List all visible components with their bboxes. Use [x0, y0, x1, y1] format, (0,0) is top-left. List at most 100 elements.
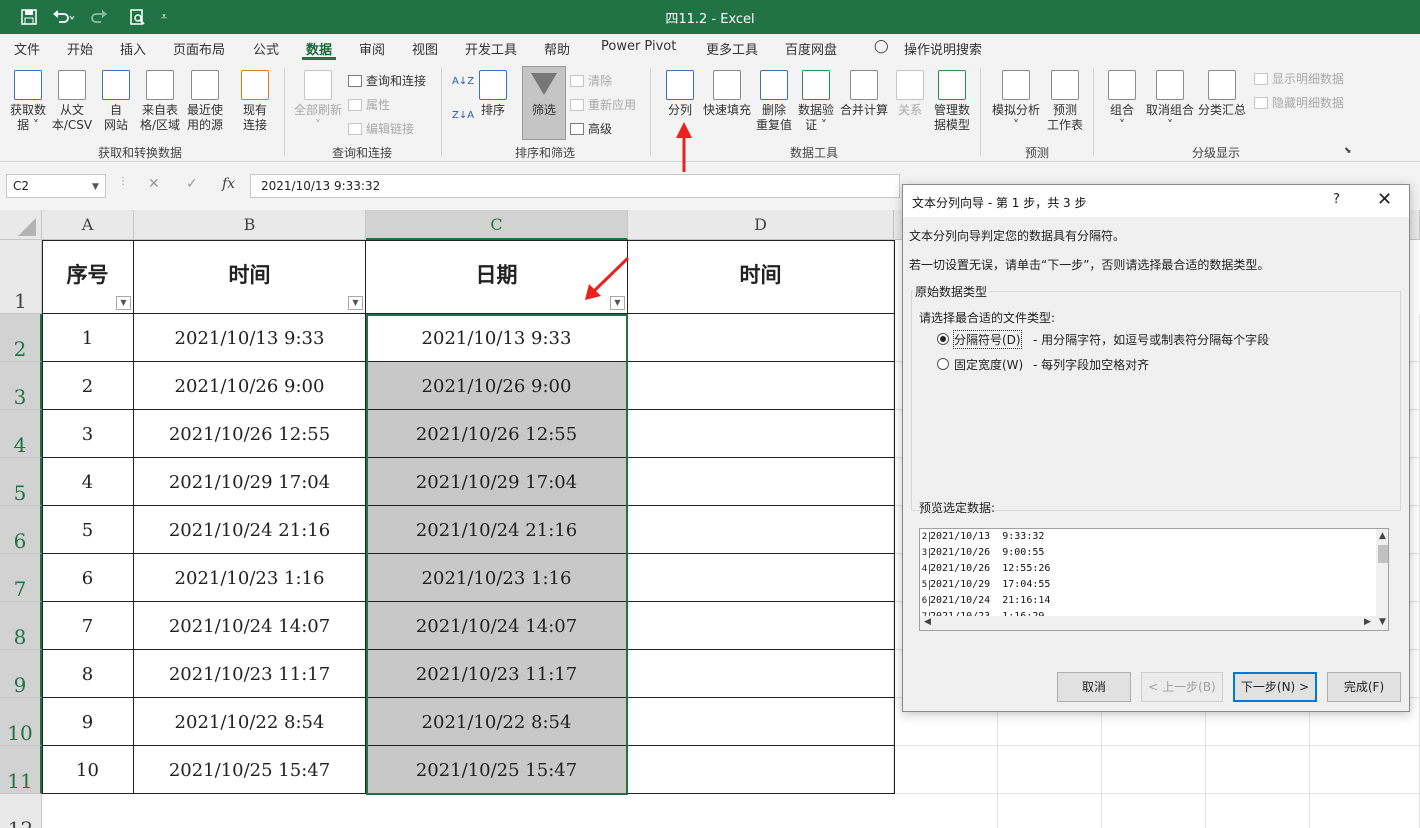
- vertical-scrollbar[interactable]: ▲ ▼: [1376, 529, 1388, 630]
- what-if-analysis-button[interactable]: 模拟分析 ˅: [988, 70, 1044, 133]
- cell-b11[interactable]: 2021/10/25 15:47: [134, 746, 366, 794]
- cell-c10[interactable]: 2021/10/22 8:54: [366, 698, 628, 746]
- row-header-12[interactable]: 12: [0, 794, 42, 828]
- tab-power-pivot[interactable]: Power Pivot: [601, 39, 676, 54]
- column-header-b[interactable]: B: [134, 210, 366, 240]
- cell-a4[interactable]: 3: [42, 410, 134, 458]
- cell-a9[interactable]: 8: [42, 650, 134, 698]
- cell-a6[interactable]: 5: [42, 506, 134, 554]
- sort-button[interactable]: 排序: [474, 70, 512, 118]
- scroll-up-icon[interactable]: ▲: [1379, 531, 1386, 541]
- row-header-2[interactable]: 2: [0, 314, 42, 362]
- cell-c7[interactable]: 2021/10/23 1:16: [366, 554, 628, 602]
- cell-d10[interactable]: [628, 698, 894, 746]
- scroll-right-icon[interactable]: ▶: [1364, 617, 1371, 627]
- existing-connections-button[interactable]: 现有 连接: [234, 70, 276, 133]
- edit-links-button[interactable]: 编辑链接: [348, 120, 414, 137]
- flash-fill-button[interactable]: 快速填充: [700, 70, 754, 118]
- confirm-entry-icon[interactable]: ✓: [186, 176, 198, 192]
- cell-c6[interactable]: 2021/10/24 21:16: [366, 506, 628, 554]
- forecast-sheet-button[interactable]: 预测 工作表: [1044, 70, 1086, 133]
- tab-formulas[interactable]: 公式: [253, 39, 279, 58]
- tab-home[interactable]: 开始: [67, 39, 93, 58]
- properties-button[interactable]: 属性: [348, 96, 390, 113]
- tab-developer[interactable]: 开发工具: [465, 39, 517, 58]
- cell-c8[interactable]: 2021/10/24 14:07: [366, 602, 628, 650]
- cell-b5[interactable]: 2021/10/29 17:04: [134, 458, 366, 506]
- cell-d5[interactable]: [628, 458, 894, 506]
- cell-a8[interactable]: 7: [42, 602, 134, 650]
- chevron-down-icon[interactable]: ▼: [92, 182, 99, 192]
- manage-data-model-button[interactable]: 管理数 据模型: [930, 70, 974, 133]
- header-cell-c[interactable]: 日期: [366, 240, 628, 314]
- cell-b7[interactable]: 2021/10/23 1:16: [134, 554, 366, 602]
- empty-cell[interactable]: [998, 746, 1102, 794]
- finish-button[interactable]: 完成(F): [1327, 672, 1401, 702]
- scroll-left-icon[interactable]: ◀: [924, 617, 931, 627]
- empty-cell[interactable]: [1206, 746, 1310, 794]
- back-button[interactable]: < 上一步(B): [1141, 672, 1223, 702]
- cell-a5[interactable]: 4: [42, 458, 134, 506]
- cell-d6[interactable]: [628, 506, 894, 554]
- tab-file[interactable]: 文件: [14, 39, 40, 58]
- column-header-d[interactable]: D: [628, 210, 894, 240]
- recent-sources-button[interactable]: 最近使 用的源: [182, 70, 228, 133]
- cell-d2[interactable]: [628, 314, 894, 362]
- tab-review[interactable]: 审阅: [359, 39, 385, 58]
- cell-d8[interactable]: [628, 602, 894, 650]
- refresh-all-button[interactable]: 全部刷新 ˅: [290, 70, 346, 133]
- sort-ascending-icon[interactable]: A↓Z: [452, 76, 474, 87]
- cell-b4[interactable]: 2021/10/26 12:55: [134, 410, 366, 458]
- tab-more-tools[interactable]: 更多工具: [706, 39, 758, 58]
- reapply-button[interactable]: 重新应用: [570, 96, 636, 113]
- advanced-filter-button[interactable]: 高级: [570, 120, 612, 137]
- cell-a3[interactable]: 2: [42, 362, 134, 410]
- column-header-a[interactable]: A: [42, 210, 134, 240]
- subtotal-button[interactable]: 分类汇总: [1196, 70, 1248, 118]
- ungroup-button[interactable]: 取消组合 ˅: [1144, 70, 1196, 133]
- empty-cell[interactable]: [1102, 746, 1206, 794]
- empty-cell[interactable]: [998, 794, 1102, 828]
- empty-cell[interactable]: [894, 746, 998, 794]
- get-data-button[interactable]: 获取数 据 ˅: [6, 70, 50, 133]
- cell-c4[interactable]: 2021/10/26 12:55: [366, 410, 628, 458]
- header-cell-b[interactable]: 时间: [134, 240, 366, 314]
- tab-page-layout[interactable]: 页面布局: [173, 39, 225, 58]
- show-detail-button[interactable]: 显示明细数据: [1254, 70, 1344, 87]
- scroll-thumb[interactable]: [1378, 545, 1388, 563]
- tab-data[interactable]: 数据: [306, 39, 332, 58]
- delimited-label[interactable]: 分隔符号(D): [953, 330, 1022, 349]
- formula-input[interactable]: 2021/10/13 9:33:32: [250, 174, 900, 198]
- row-header-5[interactable]: 5: [0, 458, 42, 506]
- tab-baidu-netdisk[interactable]: 百度网盘: [785, 39, 837, 58]
- cell-b2[interactable]: 2021/10/13 9:33: [134, 314, 366, 362]
- fixed-width-label[interactable]: 固定宽度(W): [954, 356, 1023, 373]
- row-header-11[interactable]: 11: [0, 746, 42, 794]
- empty-cell[interactable]: [1310, 794, 1420, 828]
- tab-view[interactable]: 视图: [412, 39, 438, 58]
- select-all-button[interactable]: [0, 210, 42, 240]
- filter-dropdown-icon[interactable]: ▼: [348, 296, 363, 310]
- cell-d4[interactable]: [628, 410, 894, 458]
- name-box[interactable]: C2: [6, 174, 106, 198]
- cell-c5[interactable]: 2021/10/29 17:04: [366, 458, 628, 506]
- dialog-launcher-icon[interactable]: ⬊: [1344, 146, 1352, 156]
- cell-d3[interactable]: [628, 362, 894, 410]
- tab-help[interactable]: 帮助: [544, 39, 570, 58]
- cell-c2[interactable]: 2021/10/13 9:33: [366, 314, 628, 362]
- empty-cell[interactable]: [1310, 746, 1420, 794]
- cell-b8[interactable]: 2021/10/24 14:07: [134, 602, 366, 650]
- row-header-1[interactable]: 1: [0, 240, 42, 314]
- cell-d7[interactable]: [628, 554, 894, 602]
- cell-b9[interactable]: 2021/10/23 11:17: [134, 650, 366, 698]
- horizontal-scrollbar[interactable]: ◀ ▶: [920, 616, 1376, 630]
- text-to-columns-button[interactable]: 分列: [662, 70, 698, 118]
- row-header-4[interactable]: 4: [0, 410, 42, 458]
- data-preview[interactable]: 2 2021/10/13 9:33:32 3 2021/10/26 9:00:55 4 2…: [919, 528, 1389, 631]
- row-header-7[interactable]: 7: [0, 554, 42, 602]
- cell-b6[interactable]: 2021/10/24 21:16: [134, 506, 366, 554]
- insert-function-icon[interactable]: fx: [222, 176, 235, 192]
- cell-a10[interactable]: 9: [42, 698, 134, 746]
- from-table-button[interactable]: 来自表 格/区域: [136, 70, 184, 133]
- sort-descending-icon[interactable]: Z↓A: [452, 110, 474, 121]
